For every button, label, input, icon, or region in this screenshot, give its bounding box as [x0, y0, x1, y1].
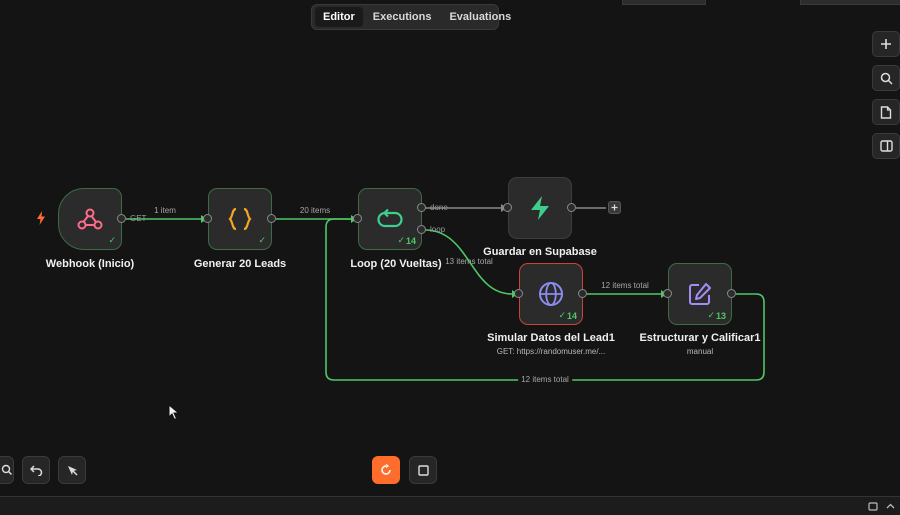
edge-label-simular-estructurar: 12 items total: [601, 281, 649, 290]
edge-label-webhook-generar: 1 item: [154, 206, 176, 215]
undo-button[interactable]: [22, 456, 50, 484]
success-count-badge: ✓ 14: [397, 235, 416, 246]
success-count-badge: ✓ 13: [707, 310, 726, 321]
node-loop[interactable]: ✓ 14: [358, 188, 422, 250]
webhook-icon: [77, 208, 103, 230]
success-check-icon: ✓: [258, 235, 266, 245]
loop-done-label: done: [430, 203, 448, 212]
loop-done-port[interactable]: [417, 203, 426, 212]
loop-icon: [377, 208, 403, 228]
zoom-icon: [1, 464, 12, 475]
plus-icon: [611, 204, 618, 211]
globe-icon: [539, 282, 563, 306]
node-label-supabase: Guardar en Supabase: [483, 246, 597, 258]
simular-output-port[interactable]: [578, 289, 587, 298]
stop-button[interactable]: [409, 456, 437, 484]
node-webhook[interactable]: ✓: [58, 188, 122, 250]
select-tool-button[interactable]: [58, 456, 86, 484]
node-simular-datos[interactable]: ✓ 14: [519, 263, 583, 325]
edge-label-loop-simular: 13 items total: [445, 257, 493, 266]
webhook-port-label: GET: [130, 214, 147, 223]
success-check-icon: ✓: [108, 235, 116, 245]
estructurar-input-port[interactable]: [663, 289, 672, 298]
webhook-output-port[interactable]: [117, 214, 126, 223]
supabase-output-port[interactable]: [567, 203, 576, 212]
node-label-generar: Generar 20 Leads: [193, 258, 287, 270]
loop-count: 14: [405, 235, 416, 246]
node-label-loop: Loop (20 Vueltas): [350, 258, 442, 270]
generar-output-port[interactable]: [267, 214, 276, 223]
refresh-icon: [381, 464, 391, 475]
loop-loop-port[interactable]: [417, 225, 426, 234]
loop-input-port[interactable]: [353, 214, 362, 223]
simular-input-port[interactable]: [514, 289, 523, 298]
supabase-icon: [531, 196, 549, 220]
mouse-cursor-icon: [168, 404, 180, 421]
node-label-webhook: Webhook (Inicio): [45, 258, 135, 270]
stop-icon: [417, 464, 429, 476]
code-braces-icon: [228, 207, 252, 231]
loop-loop-label: loop: [430, 225, 446, 234]
simular-count: 14: [566, 310, 577, 321]
generar-input-port[interactable]: [203, 214, 212, 223]
trigger-bolt-icon: [37, 211, 45, 225]
add-next-node-button[interactable]: [608, 201, 621, 214]
estructurar-count: 13: [715, 310, 726, 321]
edit-icon: [689, 283, 711, 305]
success-count-badge: ✓ 14: [558, 310, 577, 321]
supabase-input-port[interactable]: [503, 203, 512, 212]
node-subtitle-estructurar: manual: [686, 347, 714, 356]
node-estructurar[interactable]: ✓ 13: [668, 263, 732, 325]
execute-workflow-button[interactable]: [372, 456, 400, 484]
edge-label-estructurar-loop: 12 items total: [518, 375, 572, 384]
node-generar-leads[interactable]: ✓: [208, 188, 272, 250]
edge-label-generar-loop: 20 items: [299, 206, 331, 215]
node-supabase[interactable]: [508, 177, 572, 239]
node-label-estructurar: Estructurar y Calificar1: [639, 332, 761, 344]
pointer-icon: [67, 465, 78, 476]
node-subtitle-simular: GET: https://randomuser.me/...: [496, 347, 606, 356]
zoom-button[interactable]: [0, 456, 14, 484]
undo-icon: [29, 465, 42, 476]
bottom-bar: [0, 496, 900, 515]
chevron-up-icon[interactable]: [886, 503, 895, 509]
status-icon: [868, 502, 878, 511]
node-label-simular: Simular Datos del Lead1: [487, 332, 615, 344]
estructurar-output-port[interactable]: [727, 289, 736, 298]
